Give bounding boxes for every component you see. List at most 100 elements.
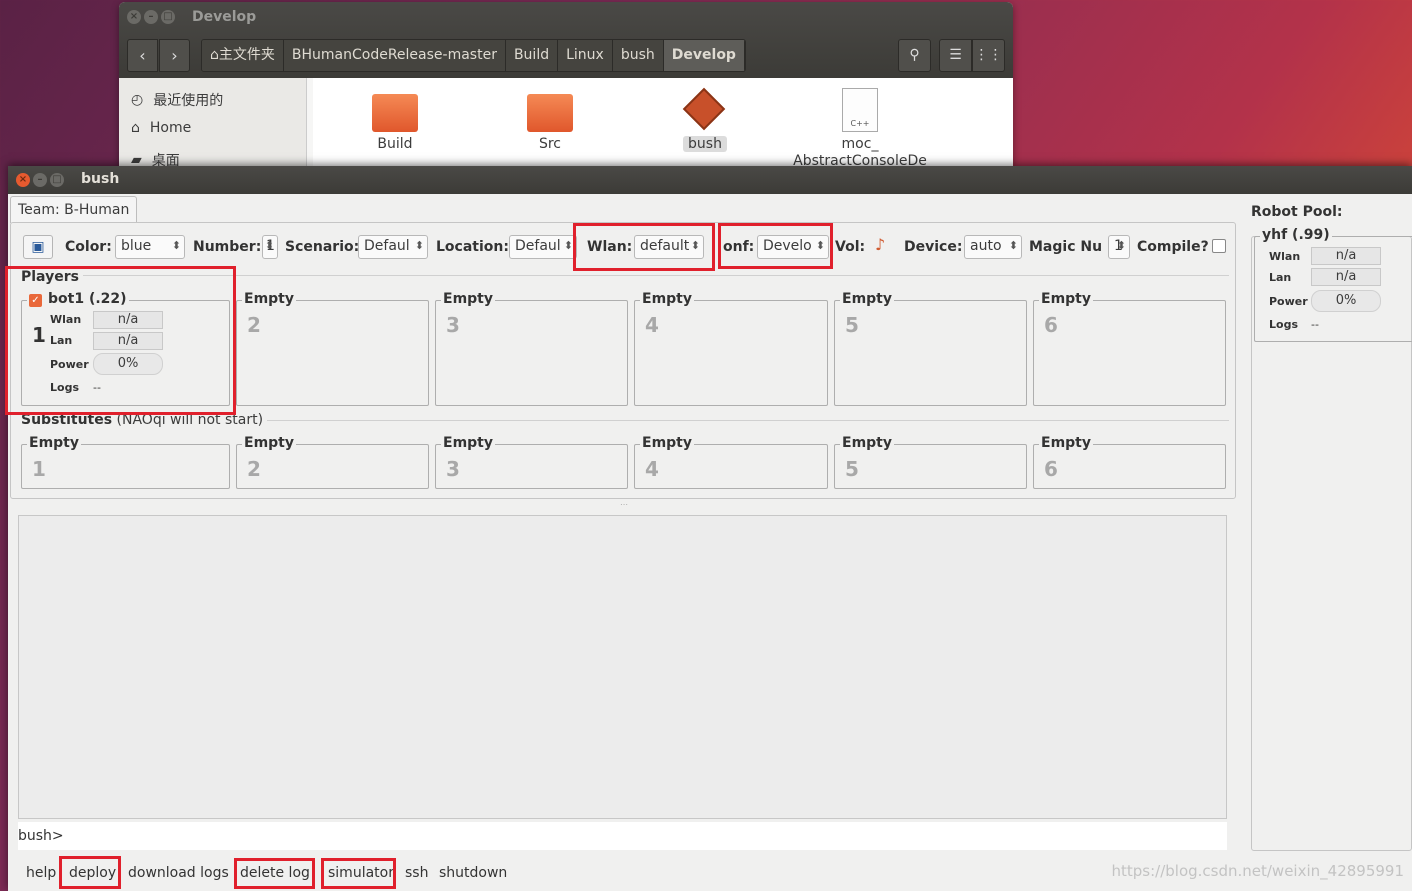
command-input[interactable] xyxy=(18,822,1227,850)
device-select[interactable]: auto xyxy=(964,235,1022,259)
device-label: Device: xyxy=(904,239,963,255)
grid-view-button[interactable]: ⋮⋮ xyxy=(972,39,1005,72)
help-command[interactable]: help xyxy=(26,865,56,881)
cpp-file-icon[interactable]: C++ xyxy=(842,88,878,132)
shutdown-command[interactable]: shutdown xyxy=(439,865,507,881)
ssh-command[interactable]: ssh xyxy=(405,865,428,881)
player-slot[interactable]: Empty 5 xyxy=(834,291,1027,406)
location-label: Location: xyxy=(436,239,509,255)
console-output[interactable] xyxy=(18,515,1227,819)
substitute-number: 5 xyxy=(845,457,859,481)
player-slot-title: Empty xyxy=(441,291,495,307)
substitute-slot-title: Empty xyxy=(242,435,296,451)
command-prompt: bush> xyxy=(18,828,64,844)
sidebar: ◴ 最近使用的 ⌂ Home ▰ 桌面 xyxy=(119,78,307,166)
file-label-selected[interactable]: bush xyxy=(683,136,727,152)
sidebar-item-desktop[interactable]: ▰ 桌面 xyxy=(131,150,180,166)
substitute-number: 4 xyxy=(645,457,659,481)
breadcrumb-current[interactable]: Develop xyxy=(663,40,745,71)
substitute-slot[interactable]: Empty 3 xyxy=(435,435,628,489)
close-icon[interactable]: × xyxy=(16,173,30,187)
vol-label: Vol: xyxy=(835,239,866,255)
file-label[interactable]: Src xyxy=(490,136,610,152)
player-slot[interactable]: Empty 6 xyxy=(1033,291,1226,406)
substitute-slot-title: Empty xyxy=(441,435,495,451)
folder-icon: ▰ xyxy=(131,152,142,166)
substitute-slot[interactable]: Empty 4 xyxy=(634,435,828,489)
compile-label: Compile? xyxy=(1137,239,1209,255)
player-slot[interactable]: Empty 3 xyxy=(435,291,628,406)
substitute-slot-title: Empty xyxy=(27,435,81,451)
chevron-right-icon: › xyxy=(171,46,178,65)
breadcrumb-home[interactable]: ⌂主文件夹 xyxy=(202,40,284,71)
window-title: bush xyxy=(81,171,120,187)
sidebar-item-label: 最近使用的 xyxy=(153,93,224,109)
highlight-player1 xyxy=(5,266,236,415)
number-field[interactable]: 1 xyxy=(262,235,278,259)
highlight-delete-log xyxy=(234,858,315,889)
pool-robot[interactable]: yhf (.99) Wlan n/a Lan n/a Power 0% Logs… xyxy=(1254,227,1412,342)
folder-icon[interactable] xyxy=(372,94,418,132)
window-controls: × – □ xyxy=(127,10,175,24)
player-number: 6 xyxy=(1044,313,1058,337)
logs-label: Logs xyxy=(1269,318,1298,331)
minimize-icon[interactable]: – xyxy=(144,10,158,24)
location-select[interactable]: Defaul xyxy=(509,235,577,259)
substitute-slot[interactable]: Empty 1 xyxy=(21,435,230,489)
scenario-select[interactable]: Defaul xyxy=(358,235,428,259)
compile-checkbox[interactable] xyxy=(1212,239,1226,253)
player-slot[interactable]: Empty 4 xyxy=(634,291,828,406)
power-bar: 0% xyxy=(1311,290,1381,312)
substitute-slot-title: Empty xyxy=(840,435,894,451)
robot-pool: yhf (.99) Wlan n/a Lan n/a Power 0% Logs… xyxy=(1251,227,1412,851)
logs-value: -- xyxy=(1311,318,1319,331)
watermark: https://blog.csdn.net/weixin_42895991 xyxy=(1111,862,1404,880)
magic-number-field[interactable]: 1 xyxy=(1108,235,1130,259)
sidebar-item-recent[interactable]: ◴ 最近使用的 xyxy=(131,90,223,110)
minimize-icon[interactable]: – xyxy=(33,173,47,187)
maximize-icon[interactable]: □ xyxy=(161,10,175,24)
sidebar-item-label: 桌面 xyxy=(151,153,180,166)
file-label[interactable]: moc_ AbstractConsoleDe xyxy=(789,136,931,166)
search-icon: ⚲ xyxy=(909,47,920,63)
substitute-slot[interactable]: Empty 6 xyxy=(1033,435,1226,489)
maximize-icon[interactable]: □ xyxy=(50,173,64,187)
forward-button[interactable]: › xyxy=(159,39,190,72)
volume-icon[interactable]: ♪ xyxy=(875,235,891,257)
player-slot-title: Empty xyxy=(840,291,894,307)
download-logs-command[interactable]: download logs xyxy=(128,865,229,881)
breadcrumb-item[interactable]: BHumanCodeRelease-master xyxy=(283,40,506,71)
tab-team[interactable]: Team: B-Human xyxy=(10,196,138,223)
sidebar-item-label: Home xyxy=(149,120,192,136)
substitute-slot[interactable]: Empty 5 xyxy=(834,435,1027,489)
close-icon[interactable]: × xyxy=(127,10,141,24)
player-slot[interactable]: Empty 2 xyxy=(236,291,429,406)
breadcrumb: ⌂主文件夹 BHumanCodeRelease-master Build Lin… xyxy=(201,39,746,72)
wlan-value: n/a xyxy=(1311,247,1381,265)
back-button[interactable]: ‹ xyxy=(127,39,158,72)
search-button[interactable]: ⚲ xyxy=(898,39,931,72)
player-number: 5 xyxy=(845,313,859,337)
breadcrumb-item[interactable]: Linux xyxy=(558,40,613,71)
color-select[interactable]: blue xyxy=(115,235,185,259)
breadcrumb-item[interactable]: Build xyxy=(505,40,559,71)
substitute-slot-title: Empty xyxy=(640,435,694,451)
splitter-handle[interactable]: ⋯ xyxy=(620,500,628,509)
player-slot-title: Empty xyxy=(1039,291,1093,307)
folder-icon[interactable] xyxy=(527,94,573,132)
window-title: Develop xyxy=(192,9,257,25)
power-label: Power xyxy=(1269,295,1308,308)
highlight-simulator xyxy=(321,858,396,889)
sidebar-item-home[interactable]: ⌂ Home xyxy=(131,120,191,136)
save-button[interactable]: ▣ xyxy=(23,235,53,259)
floppy-disk-icon: ▣ xyxy=(31,239,45,255)
file-label[interactable]: Build xyxy=(335,136,455,152)
list-view-button[interactable]: ☰ xyxy=(939,39,972,72)
file-manager-window: × – □ Develop ‹ › ⌂主文件夹 BHumanCodeReleas… xyxy=(119,2,1013,166)
substitute-slot[interactable]: Empty 2 xyxy=(236,435,429,489)
breadcrumb-item[interactable]: bush xyxy=(612,40,664,71)
player-number: 3 xyxy=(446,313,460,337)
wlan-label: Wlan xyxy=(1269,250,1301,263)
window-controls: × – □ xyxy=(16,173,64,187)
substitute-number: 6 xyxy=(1044,457,1058,481)
